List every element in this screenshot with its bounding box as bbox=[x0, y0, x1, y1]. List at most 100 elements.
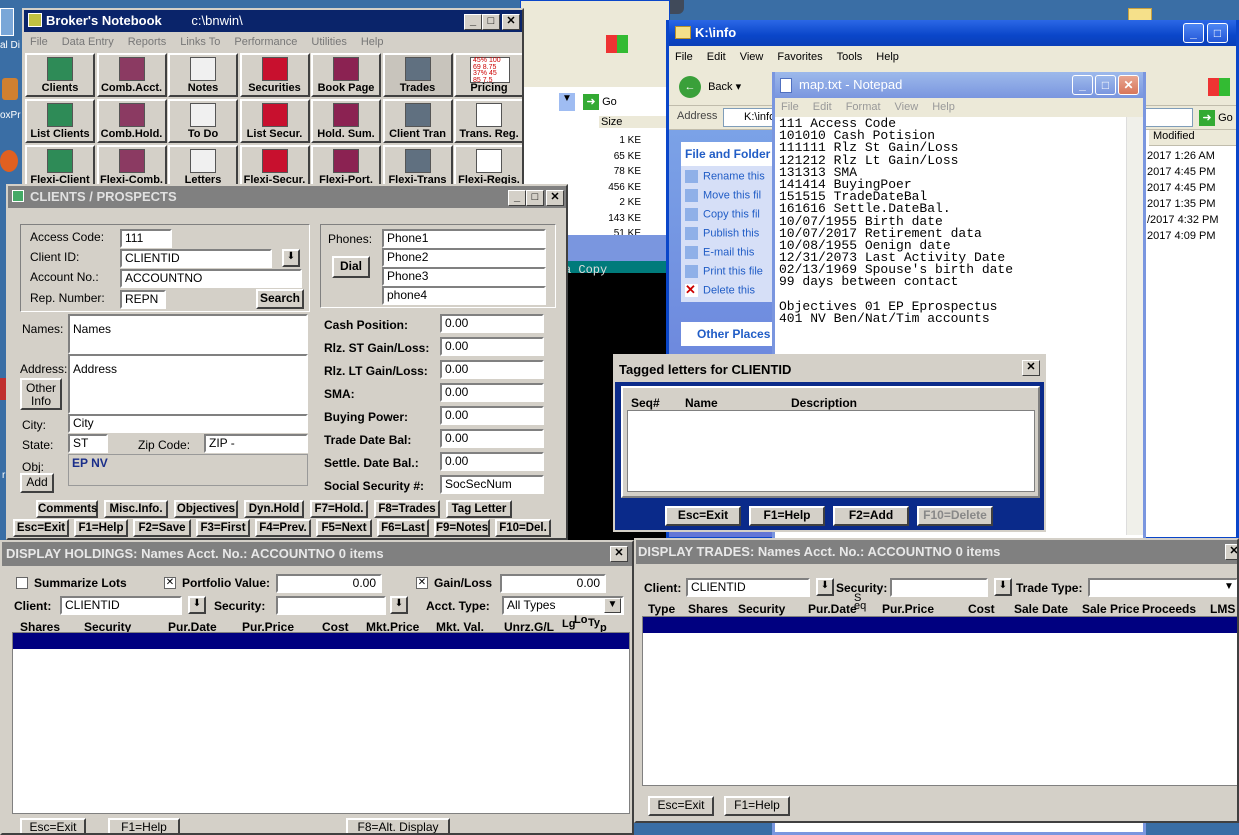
trades-col-sale-date[interactable]: Sale Date bbox=[1014, 602, 1068, 616]
toolbar-securities-button[interactable]: Securities bbox=[239, 53, 310, 97]
trades-help-button[interactable]: F1=Help bbox=[724, 796, 790, 816]
menu-performance[interactable]: Performance bbox=[234, 36, 297, 48]
toolbar-comb-hold-button[interactable]: Comb.Hold. bbox=[96, 99, 167, 143]
rep-number-field[interactable]: REPN bbox=[120, 290, 166, 309]
toolbar-flexi-trans-button[interactable]: Flexi-Trans bbox=[382, 145, 453, 184]
f10-del-button[interactable]: F10=Del. bbox=[495, 519, 551, 537]
toolbar-hold-sum-button[interactable]: Hold. Sum. bbox=[311, 99, 381, 143]
task-delete[interactable]: ✕ Delete this bbox=[685, 284, 779, 303]
desktop-icon-3[interactable] bbox=[0, 150, 18, 172]
st-field[interactable]: 0.00 bbox=[440, 337, 544, 356]
tagged-delete-button[interactable]: F10=Delete bbox=[917, 506, 993, 526]
trades-col-pur-date[interactable]: Pur.Date bbox=[808, 602, 857, 616]
phone-2-field[interactable]: Phone2 bbox=[382, 248, 546, 267]
f1-help-button[interactable]: F1=Help bbox=[74, 519, 128, 537]
trades-grid[interactable] bbox=[642, 616, 1237, 786]
app-minimize[interactable]: _ bbox=[464, 14, 482, 30]
toolbar-clients-button[interactable]: Clients bbox=[25, 53, 95, 97]
explorer-go-button[interactable]: ➜ Go bbox=[1199, 109, 1236, 127]
add-objective-button[interactable]: Add bbox=[20, 473, 54, 493]
access-code-field[interactable]: 111 bbox=[120, 229, 172, 248]
client-id-field[interactable]: CLIENTID bbox=[120, 249, 272, 268]
holdings-security-field[interactable] bbox=[276, 596, 386, 615]
menu-links-to[interactable]: Links To bbox=[180, 36, 220, 48]
toolbar-list-secur-button[interactable]: List Secur. bbox=[239, 99, 310, 143]
menu-help[interactable]: Help bbox=[361, 36, 384, 48]
toolbar-comb-acct-button[interactable]: Comb.Acct. bbox=[96, 53, 167, 97]
f7-hold-button[interactable]: F7=Hold. bbox=[310, 500, 368, 518]
toolbar-pricing-button[interactable]: 45% 100 69 8.75 37% 45 85 7.5 Pricing bbox=[454, 53, 522, 97]
other-info-button[interactable]: Other Info bbox=[20, 378, 62, 410]
toolbar-flexi-secur-button[interactable]: Flexi-Secur. bbox=[239, 145, 310, 184]
trades-col-security[interactable]: Security bbox=[738, 602, 785, 616]
address-field[interactable]: Address bbox=[68, 354, 308, 414]
menu-view[interactable]: View bbox=[740, 51, 764, 63]
dial-button[interactable]: Dial bbox=[332, 256, 370, 278]
bg-go-button[interactable]: ➜ Go bbox=[583, 93, 633, 111]
holdings-grid[interactable] bbox=[12, 632, 630, 814]
toolbar-notes-button[interactable]: Notes bbox=[168, 53, 238, 97]
menu-tools[interactable]: Tools bbox=[837, 51, 863, 63]
trade-type-chevron-icon[interactable]: ▼ bbox=[1224, 581, 1234, 592]
trades-col-shares[interactable]: Shares bbox=[688, 602, 728, 616]
holdings-close[interactable]: ✕ bbox=[610, 546, 628, 562]
phone-3-field[interactable]: Phone3 bbox=[382, 267, 546, 286]
back-button[interactable]: ← Back ▾ bbox=[679, 76, 741, 98]
holdings-help-button[interactable]: F1=Help bbox=[108, 818, 180, 833]
toolbar-flexi-port-button[interactable]: Flexi-Port. bbox=[311, 145, 381, 184]
tagged-close[interactable]: ✕ bbox=[1022, 360, 1040, 376]
f4-prev-button[interactable]: F4=Prev. bbox=[255, 519, 311, 537]
trades-col-pur-price[interactable]: Pur.Price bbox=[882, 602, 934, 616]
tagged-add-button[interactable]: F2=Add bbox=[833, 506, 909, 526]
task-publish[interactable]: Publish this bbox=[685, 227, 779, 246]
toolbar-trans-reg-button[interactable]: Trans. Reg. bbox=[454, 99, 522, 143]
toolbar-flexi-comb-button[interactable]: Flexi-Comb. bbox=[96, 145, 167, 184]
city-field[interactable]: City bbox=[68, 414, 308, 433]
menu-reports[interactable]: Reports bbox=[128, 36, 167, 48]
menu-view[interactable]: View bbox=[895, 101, 919, 113]
notepad-minimize[interactable]: _ bbox=[1072, 75, 1093, 95]
cash-field[interactable]: 0.00 bbox=[440, 314, 544, 333]
trades-client-lookup[interactable]: ⬇ bbox=[816, 578, 834, 596]
menu-help[interactable]: Help bbox=[932, 101, 955, 113]
sma-field[interactable]: 0.00 bbox=[440, 383, 544, 402]
task-print[interactable]: Print this file bbox=[685, 265, 779, 284]
holdings-security-lookup[interactable]: ⬇ bbox=[390, 596, 408, 614]
comments-button[interactable]: Comments bbox=[36, 500, 98, 518]
toolbar-client-tran-button[interactable]: Client Tran bbox=[382, 99, 453, 143]
phone-1-field[interactable]: Phone1 bbox=[382, 229, 546, 248]
notepad-text[interactable]: 111 Access Code 101010 Cash Potision 11111… bbox=[779, 117, 1124, 325]
clients-close[interactable]: ✕ bbox=[546, 190, 564, 206]
search-button[interactable]: Search bbox=[256, 289, 304, 309]
desktop-icon-2[interactable] bbox=[2, 78, 18, 100]
app-maximize[interactable]: □ bbox=[482, 14, 500, 30]
f3-first-button[interactable]: F3=First bbox=[196, 519, 250, 537]
holdings-client-lookup[interactable]: ⬇ bbox=[188, 596, 206, 614]
holdings-alt-display-button[interactable]: F8=Alt. Display bbox=[346, 818, 450, 833]
toolbar-flexi-regis-button[interactable]: Flexi-Regis. bbox=[454, 145, 522, 184]
menu-format[interactable]: Format bbox=[846, 101, 881, 113]
account-no-field[interactable]: ACCOUNTNO bbox=[120, 269, 302, 288]
clients-maximize[interactable]: □ bbox=[526, 190, 544, 206]
trades-security-field[interactable] bbox=[890, 578, 988, 597]
task-email[interactable]: E-mail this bbox=[685, 246, 779, 265]
trades-security-lookup[interactable]: ⬇ bbox=[994, 578, 1012, 596]
tag-letter-button[interactable]: Tag Letter bbox=[446, 500, 512, 518]
other-places[interactable]: Other Places bbox=[681, 322, 779, 346]
bg-size-header[interactable]: Size bbox=[599, 116, 669, 128]
menu-edit[interactable]: Edit bbox=[813, 101, 832, 113]
tagged-help-button[interactable]: F1=Help bbox=[749, 506, 825, 526]
tdb-field[interactable]: 0.00 bbox=[440, 429, 544, 448]
holdings-esc-button[interactable]: Esc=Exit bbox=[20, 818, 86, 833]
names-field[interactable]: Names bbox=[68, 314, 308, 354]
toolbar-list-clients-button[interactable]: List Clients bbox=[25, 99, 95, 143]
menu-utilities[interactable]: Utilities bbox=[311, 36, 346, 48]
task-rename[interactable]: Rename this bbox=[685, 170, 779, 189]
modified-header[interactable]: Modified bbox=[1149, 130, 1236, 146]
holdings-col-ty[interactable]: Ty bbox=[588, 617, 600, 629]
trades-client-field[interactable]: CLIENTID bbox=[686, 578, 810, 597]
menu-file[interactable]: File bbox=[781, 101, 799, 113]
portfolio-field[interactable]: 0.00 bbox=[276, 574, 382, 593]
acct-type-chevron-icon[interactable]: ▼ bbox=[604, 598, 621, 613]
state-field[interactable]: ST bbox=[68, 434, 108, 453]
